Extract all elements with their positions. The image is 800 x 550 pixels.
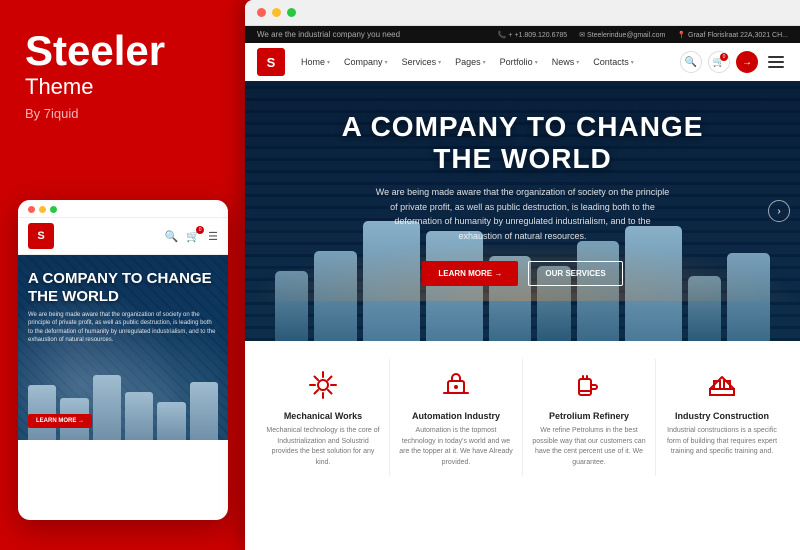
nav-item-contacts[interactable]: Contacts ▾ [587, 54, 640, 70]
hero-title: A COMPANY TO CHANGE THE WORLD [245, 111, 800, 175]
site-hero: A COMPANY TO CHANGE THE WORLD We are bei… [245, 81, 800, 341]
location-icon: 📍 [677, 32, 688, 39]
service-desc-petrolium: We refine Petrolums in the best possible… [531, 426, 647, 468]
service-desc-automation: Automation is the topmost technology in … [398, 426, 514, 468]
mobile-dot-red[interactable] [28, 206, 35, 213]
our-services-button[interactable]: OUR SERVICES [528, 261, 622, 286]
hamburger-line [768, 61, 784, 63]
hero-next-arrow[interactable]: › [768, 200, 790, 222]
chevron-down-icon: ▾ [631, 59, 634, 66]
mobile-window-dots [28, 206, 57, 213]
mobile-menu-icon[interactable]: ☰ [208, 230, 218, 243]
mobile-top-bar [18, 200, 228, 218]
mobile-tank-4 [125, 392, 153, 440]
chevron-down-icon: ▾ [327, 59, 330, 66]
action-button[interactable]: → [736, 51, 758, 73]
mobile-tank-1 [28, 385, 56, 440]
mobile-tank-3 [93, 375, 121, 440]
search-button[interactable]: 🔍 [680, 51, 702, 73]
browser-window: We are the industrial company you need 📞… [245, 0, 800, 550]
hamburger-line [768, 66, 784, 68]
brand-title: Steeler [25, 30, 220, 72]
mobile-dot-green[interactable] [50, 206, 57, 213]
hero-content: A COMPANY TO CHANGE THE WORLD We are bei… [245, 111, 800, 286]
services-section: Mechanical Works Mechanical technology i… [245, 341, 800, 486]
brand-by: By 7iquid [25, 106, 220, 121]
mobile-tank-5 [157, 402, 185, 440]
mobile-hero-tanks [18, 370, 228, 440]
service-card-construction: Industry Construction Industrial constru… [656, 359, 788, 476]
service-desc-mechanical: Mechanical technology is the core of Ind… [265, 426, 381, 468]
nav-item-news[interactable]: News ▾ [546, 54, 586, 70]
petrolium-icon [571, 367, 607, 403]
chevron-down-icon: ▾ [483, 59, 486, 66]
nav-item-services[interactable]: Services ▾ [396, 54, 448, 70]
browser-dot-green[interactable] [287, 8, 296, 17]
automation-icon [438, 367, 474, 403]
chevron-down-icon: ▾ [576, 59, 579, 66]
nav-item-home[interactable]: Home ▾ [295, 54, 336, 70]
mobile-preview: S 🔍 🛒 0 ☰ A COMPANY TO CHANGE [18, 200, 228, 520]
left-panel: Steeler Theme By 7iquid S 🔍 🛒 0 ☰ [0, 0, 245, 550]
mobile-learn-btn[interactable]: LEARN MORE → [28, 414, 92, 428]
hero-buttons: LEARN MORE → OUR SERVICES [245, 261, 800, 286]
mobile-search-icon[interactable]: 🔍 [165, 230, 179, 243]
site-nav-icons: 🔍 🛒 0 → [680, 51, 788, 73]
topbar-email: ✉ Steelerindue@gmail.com [579, 31, 665, 39]
mechanical-icon [305, 367, 341, 403]
topbar-address: 📍 Graaf Florislraat 22A,3021 CH... [677, 31, 788, 39]
service-card-automation: Automation Industry Automation is the to… [390, 359, 523, 476]
service-desc-construction: Industrial constructions is a specific f… [664, 426, 780, 458]
topbar-phone: 📞 + +1.809.120.6785 [498, 31, 567, 39]
site-tagline: We are the industrial company you need [257, 30, 400, 39]
learn-more-button[interactable]: LEARN MORE → [422, 261, 518, 286]
browser-dot-yellow[interactable] [272, 8, 281, 17]
site-nav-items: Home ▾ Company ▾ Services ▾ Pages ▾ Port… [295, 54, 680, 70]
mobile-hero: A COMPANY TO CHANGE THE WORLD We are bei… [18, 255, 228, 440]
chevron-down-icon: ▾ [438, 59, 441, 66]
brand-subtitle: Theme [25, 74, 220, 100]
site-logo[interactable]: S [257, 48, 285, 76]
mobile-cart-icon[interactable]: 🛒 0 [186, 230, 200, 243]
mobile-logo: S [28, 223, 54, 249]
nav-item-pages[interactable]: Pages ▾ [449, 54, 492, 70]
phone-icon: 📞 [498, 32, 509, 39]
mobile-tank-6 [190, 382, 218, 440]
site-topbar-right: 📞 + +1.809.120.6785 ✉ Steelerindue@gmail… [498, 31, 788, 39]
browser-dot-red[interactable] [257, 8, 266, 17]
chevron-down-icon: ▾ [535, 59, 538, 66]
chevron-down-icon: ▾ [385, 59, 388, 66]
construction-icon [704, 367, 740, 403]
mobile-nav-bar: S 🔍 🛒 0 ☰ [18, 218, 228, 255]
site-topbar: We are the industrial company you need 📞… [245, 26, 800, 43]
hamburger-line [768, 56, 784, 58]
hero-subtitle: We are being made aware that the organiz… [353, 185, 693, 243]
email-icon: ✉ [579, 32, 587, 39]
mobile-hero-desc: We are being made aware that the organiz… [28, 311, 218, 345]
service-title-petrolium: Petrolium Refinery [531, 411, 647, 421]
cart-button[interactable]: 🛒 0 [708, 51, 730, 73]
service-card-mechanical: Mechanical Works Mechanical technology i… [257, 359, 390, 476]
service-title-automation: Automation Industry [398, 411, 514, 421]
hamburger-menu[interactable] [764, 52, 788, 72]
mobile-hero-title: A COMPANY TO CHANGE THE WORLD [28, 270, 218, 306]
mobile-nav-icons: 🔍 🛒 0 ☰ [165, 230, 218, 243]
service-title-mechanical: Mechanical Works [265, 411, 381, 421]
mobile-dot-yellow[interactable] [39, 206, 46, 213]
nav-item-company[interactable]: Company ▾ [338, 54, 394, 70]
service-title-construction: Industry Construction [664, 411, 780, 421]
site-nav: S Home ▾ Company ▾ Services ▾ Pages ▾ Po… [245, 43, 800, 81]
browser-chrome [245, 0, 800, 26]
mobile-hero-text: A COMPANY TO CHANGE THE WORLD We are bei… [28, 270, 218, 345]
service-card-petrolium: Petrolium Refinery We refine Petrolums i… [523, 359, 656, 476]
nav-item-portfolio[interactable]: Portfolio ▾ [494, 54, 544, 70]
